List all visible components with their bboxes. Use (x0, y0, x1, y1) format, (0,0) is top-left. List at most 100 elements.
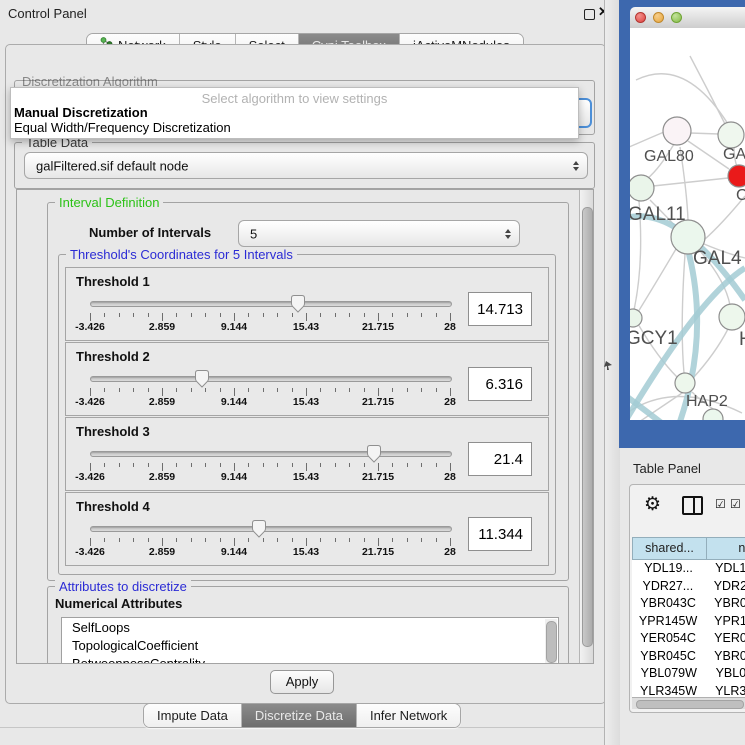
table-data-combo[interactable]: galFiltered.sif default node (24, 152, 588, 179)
tick-label: 9.144 (204, 396, 264, 408)
gear-icon[interactable]: ⚙ (644, 493, 661, 516)
slider-tick (90, 463, 91, 471)
attributes-group-label: Attributes to discretize (55, 579, 191, 594)
slider-tick (292, 463, 293, 467)
column-header-name[interactable]: name (706, 537, 745, 560)
threshold-value-field[interactable]: 21.4 (468, 442, 532, 476)
network-node-label: C (736, 187, 745, 204)
scrollbar-thumb[interactable] (582, 207, 593, 647)
apply-button[interactable]: Apply (270, 670, 334, 694)
cell-name: YLR3 (705, 683, 745, 698)
network-node-c[interactable] (728, 165, 745, 187)
minimize-traffic-light-icon[interactable] (653, 12, 664, 23)
network-node-gal11[interactable] (630, 175, 654, 201)
scrollbar-thumb[interactable] (636, 700, 744, 709)
table-row[interactable]: YBL079WYBL0 (632, 665, 745, 683)
tick-label: 21.715 (348, 396, 408, 408)
slider-tick (248, 388, 249, 392)
table-row[interactable]: YDR27...YDR2 (632, 578, 745, 596)
tab-discretize-data[interactable]: Discretize Data (242, 704, 357, 727)
tick-label: 9.144 (204, 471, 264, 483)
slider-tick (133, 538, 134, 542)
settings-vertical-scrollbar[interactable] (579, 190, 593, 663)
slider-tick (234, 463, 235, 471)
network-node-gcy1[interactable] (630, 309, 642, 327)
slider-tick (378, 538, 379, 546)
attributes-list-scrollbar[interactable] (545, 619, 557, 663)
network-node-ga[interactable] (718, 122, 744, 148)
slider-track[interactable] (90, 451, 452, 457)
bottom-tab-bar: Impute DataDiscretize DataInfer Network (143, 703, 461, 728)
network-node-h[interactable] (719, 304, 745, 330)
slider-tick (119, 313, 120, 317)
slider-tick (392, 463, 393, 467)
table-panel: ⚙ ☑ ☑ shared...name YDL19...YDL1YDR27...YD… (629, 484, 745, 713)
slider-tick (104, 538, 105, 542)
slider-thumb[interactable] (194, 369, 210, 388)
slider-tick (162, 313, 163, 321)
network-canvas[interactable]: GAL80GACGAL11GAL4GCY1HHAP2 (630, 28, 745, 420)
tick-label: -3.426 (60, 321, 120, 333)
slider-tick (220, 538, 221, 542)
table-row[interactable]: YBR045CYBR0 (632, 648, 745, 666)
network-node-label: GAL80 (644, 148, 694, 165)
popup-option-manual-discretization[interactable]: Manual Discretization (14, 105, 148, 120)
column-header-shared[interactable]: shared... (632, 537, 706, 560)
slider-tick (176, 538, 177, 542)
slider-track[interactable] (90, 376, 452, 382)
slider-tick (349, 538, 350, 542)
network-edge (690, 56, 725, 124)
threshold-label: Threshold 2 (76, 349, 150, 364)
tab-impute-data[interactable]: Impute Data (144, 704, 242, 727)
table-row[interactable]: YBR043CYBR0 (632, 595, 745, 613)
split-view-icon[interactable] (682, 496, 703, 515)
checkbox-icon[interactable]: ☑ (715, 497, 726, 511)
table-row[interactable]: YPR145WYPR1 (632, 613, 745, 631)
tab-infer-network[interactable]: Infer Network (357, 704, 460, 727)
table-row[interactable]: YLR345WYLR3 (632, 683, 745, 698)
tick-label: 15.43 (276, 396, 336, 408)
table-row[interactable]: YDL19...YDL1 (632, 560, 745, 578)
slider-tick (263, 463, 264, 467)
table-rows[interactable]: YDL19...YDL1YDR27...YDR2YBR043CYBR0YPR14… (632, 560, 745, 697)
network-node[interactable] (703, 409, 723, 420)
network-node-gal80[interactable] (663, 117, 691, 145)
slider-tick (364, 463, 365, 467)
list-item[interactable]: BetweennessCentrality (62, 654, 558, 664)
list-item[interactable]: TopologicalCoefficient (62, 636, 558, 654)
slider-tick (104, 313, 105, 317)
table-row[interactable]: YER054CYER0 (632, 630, 745, 648)
slider-tick (248, 463, 249, 467)
checkbox-icon[interactable]: ☑ (730, 497, 741, 511)
slider-thumb[interactable] (290, 294, 306, 313)
number-of-intervals-combo[interactable]: 5 (238, 220, 520, 247)
slider-tick (306, 388, 307, 396)
threshold-value-field[interactable]: 14.713 (468, 292, 532, 326)
table-horizontal-scrollbar[interactable] (632, 697, 745, 709)
cell-shared-name: YDL19... (632, 560, 705, 578)
table-header[interactable]: shared...name (632, 537, 745, 560)
slider-tick (148, 538, 149, 542)
close-traffic-light-icon[interactable] (635, 12, 646, 23)
slider-tick (450, 538, 451, 546)
zoom-traffic-light-icon[interactable] (671, 12, 682, 23)
slider-track[interactable] (90, 301, 452, 307)
numerical-attributes-list[interactable]: SelfLoopsTopologicalCoefficientBetweenne… (61, 617, 559, 664)
network-node-hap2[interactable] (675, 373, 695, 393)
slider-track[interactable] (90, 526, 452, 532)
popup-option-equal-width-frequency[interactable]: Equal Width/Frequency Discretization (14, 120, 231, 135)
slider-thumb[interactable] (366, 444, 382, 463)
slider-tick (248, 538, 249, 542)
slider-tick (421, 538, 422, 542)
list-item[interactable]: SelfLoops (62, 618, 558, 636)
float-window-icon[interactable] (584, 9, 595, 20)
panel-divider[interactable] (604, 0, 620, 745)
app-root: Control Panel ✕ NetworkStyleSelectCyni T… (0, 0, 745, 745)
slider-tick (133, 463, 134, 467)
threshold-value-field[interactable]: 6.316 (468, 367, 532, 401)
network-window-titlebar[interactable] (630, 7, 745, 29)
threshold-value-field[interactable]: 11.344 (468, 517, 532, 551)
slider-tick (421, 388, 422, 392)
slider-tick (205, 313, 206, 317)
slider-thumb[interactable] (251, 519, 267, 538)
